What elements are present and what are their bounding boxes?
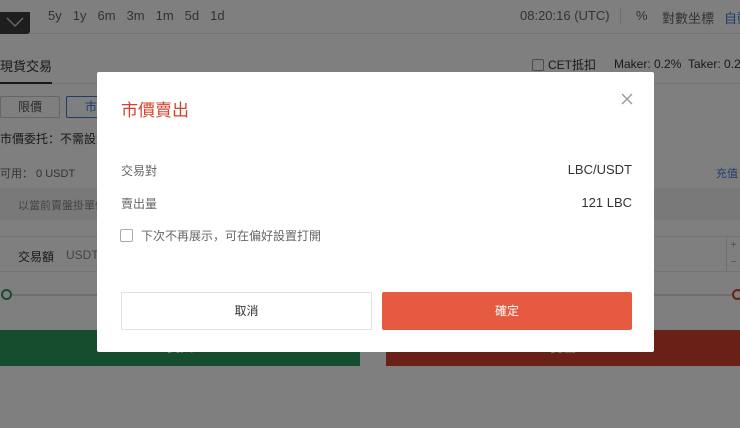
sell-amount-label: 賣出量 [121,197,158,211]
checkbox-icon [120,229,133,242]
dont-show-again-checkbox[interactable]: 下次不再展示，可在偏好設置打開 [120,227,321,244]
cancel-button[interactable]: 取消 [121,292,372,330]
close-icon[interactable] [620,92,634,106]
dialog-title: 市價賣出 [121,101,189,120]
sell-amount-value: 121 LBC [581,195,632,210]
market-sell-confirm-dialog: 市價賣出 交易對 LBC/USDT 賣出量 121 LBC 下次不再展示，可在偏… [97,72,654,352]
confirm-button[interactable]: 確定 [382,292,632,330]
pair-label: 交易對 [121,164,158,178]
dont-show-again-label: 下次不再展示，可在偏好設置打開 [141,229,322,243]
pair-value: LBC/USDT [567,162,632,177]
